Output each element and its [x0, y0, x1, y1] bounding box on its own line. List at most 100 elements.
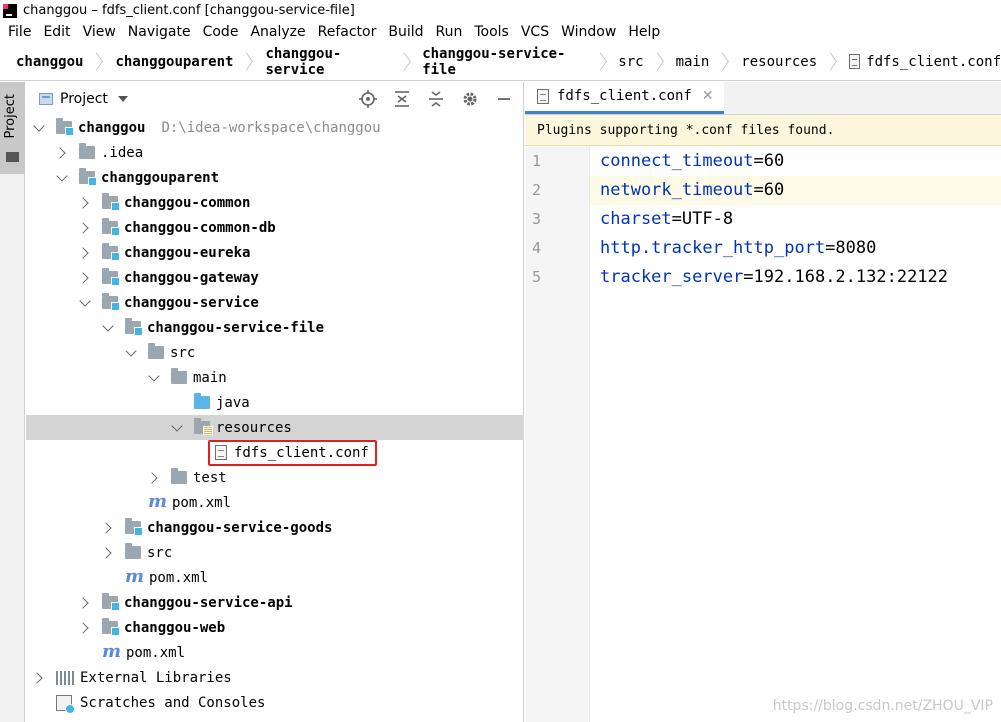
- chevron-right-icon[interactable]: [34, 673, 44, 683]
- project-panel-title[interactable]: Project: [60, 91, 108, 107]
- menu-bar: File Edit View Navigate Code Analyze Ref…: [0, 21, 1001, 43]
- menu-vcs[interactable]: VCS: [515, 21, 555, 43]
- locate-icon[interactable]: [357, 90, 379, 108]
- menu-navigate[interactable]: Navigate: [122, 21, 197, 43]
- collapse-all-icon[interactable]: [425, 90, 447, 108]
- chevron-down-icon[interactable]: [57, 173, 67, 183]
- code-line[interactable]: charset=UTF-8: [590, 205, 1001, 234]
- chevron-down-icon[interactable]: [117, 95, 128, 102]
- tree-node[interactable]: changgou-service: [26, 290, 524, 315]
- chevron-right-icon[interactable]: [149, 473, 159, 483]
- tree-node-label: External Libraries: [80, 669, 232, 686]
- code-line-current[interactable]: network_timeout=60: [590, 176, 1001, 205]
- chevron-right-icon[interactable]: [80, 273, 90, 283]
- editor: fdfs_client.conf ✕ Plugins supporting *.…: [525, 81, 1001, 722]
- tree-node[interactable]: changgou-web: [26, 615, 524, 640]
- chevron-down-icon[interactable]: [172, 423, 182, 433]
- menu-tools[interactable]: Tools: [468, 21, 515, 43]
- menu-file[interactable]: File: [0, 21, 37, 43]
- tree-node[interactable]: main: [26, 365, 524, 390]
- breadcrumb-separator-icon: [241, 52, 249, 72]
- chevron-down-icon[interactable]: [126, 348, 136, 358]
- breadcrumb-item[interactable]: main: [660, 43, 726, 81]
- breadcrumb-item[interactable]: src: [602, 43, 659, 81]
- tree-node[interactable]: src: [26, 540, 524, 565]
- chevron-right-icon[interactable]: [103, 548, 113, 558]
- maven-icon: m: [102, 640, 122, 662]
- tree-node-label: changgou-service-goods: [147, 519, 333, 536]
- tree-node[interactable]: External Libraries: [26, 665, 524, 690]
- code-line[interactable]: tracker_server=192.168.2.132:22122: [590, 263, 1001, 292]
- tree-node[interactable]: java: [26, 390, 524, 415]
- menu-help[interactable]: Help: [622, 21, 666, 43]
- tree-node-label: .idea: [101, 144, 144, 161]
- menu-analyze[interactable]: Analyze: [244, 21, 311, 43]
- code-line[interactable]: connect_timeout=60: [590, 147, 1001, 176]
- expand-all-icon[interactable]: [391, 90, 413, 108]
- breadcrumb-item[interactable]: changgou-service: [249, 43, 406, 81]
- tree-node[interactable]: changgou-service-file: [26, 315, 524, 340]
- menu-view[interactable]: View: [77, 21, 122, 43]
- chevron-down-icon[interactable]: [34, 123, 44, 133]
- chevron-down-icon[interactable]: [149, 373, 159, 383]
- tree-node[interactable]: fdfs_client.conf: [26, 439, 524, 466]
- tree-node-label: changgou-service-api: [124, 594, 293, 611]
- menu-edit[interactable]: Edit: [37, 21, 76, 43]
- hide-icon[interactable]: [493, 90, 515, 108]
- menu-run[interactable]: Run: [430, 21, 469, 43]
- chevron-right-icon[interactable]: [80, 598, 90, 608]
- property-key: connect_timeout: [600, 151, 754, 171]
- chevron-right-icon[interactable]: [80, 223, 90, 233]
- breadcrumb-item[interactable]: changgou-service-file: [406, 43, 602, 81]
- code-line[interactable]: http.tracker_http_port=8080: [590, 234, 1001, 263]
- tree-node[interactable]: changgou-common: [26, 190, 524, 215]
- project-tree: changgou D:\idea-workspace\changgou .ide…: [26, 115, 524, 715]
- tree-node-label: changgou: [78, 119, 146, 136]
- chevron-right-icon[interactable]: [80, 248, 90, 258]
- breadcrumb-item[interactable]: fdfs_client.conf: [833, 43, 1001, 81]
- chevron-down-icon[interactable]: [103, 323, 113, 333]
- tree-node-label: changgou-service-file: [147, 319, 325, 336]
- breadcrumb-label: changgou: [16, 53, 84, 70]
- menu-build[interactable]: Build: [382, 21, 429, 43]
- close-icon[interactable]: ✕: [702, 88, 714, 104]
- chevron-right-icon[interactable]: [80, 198, 90, 208]
- gear-icon[interactable]: [459, 90, 481, 108]
- project-tool-tab[interactable]: Project: [0, 82, 25, 174]
- tree-node[interactable]: m pom.xml: [26, 490, 524, 515]
- watermark: https://blog.csdn.net/ZHOU_VIP: [772, 698, 993, 714]
- editor-tab-active[interactable]: fdfs_client.conf ✕: [525, 81, 724, 114]
- tree-node[interactable]: changgou-service-api: [26, 590, 524, 615]
- tree-node-label: changgou-eureka: [124, 244, 251, 261]
- chevron-right-icon[interactable]: [57, 148, 67, 158]
- tree-node[interactable]: .idea: [26, 140, 524, 165]
- tree-node[interactable]: changgou D:\idea-workspace\changgou: [26, 115, 524, 140]
- tree-node-selected[interactable]: resources: [26, 415, 524, 440]
- breadcrumb-label: fdfs_client.conf: [866, 53, 1001, 70]
- breadcrumb-item[interactable]: changgou: [0, 43, 99, 81]
- breadcrumb-separator-icon: [399, 52, 406, 72]
- property-key: charset: [600, 209, 672, 229]
- breadcrumb-item[interactable]: changgouparent: [99, 43, 249, 81]
- tree-node[interactable]: test: [26, 465, 524, 490]
- tree-node[interactable]: src: [26, 340, 524, 365]
- chevron-down-icon[interactable]: [80, 298, 90, 308]
- menu-refactor[interactable]: Refactor: [312, 21, 383, 43]
- tree-node[interactable]: m pom.xml: [26, 640, 524, 665]
- breadcrumb-item[interactable]: resources: [725, 43, 833, 81]
- chevron-right-icon[interactable]: [80, 623, 90, 633]
- tree-node[interactable]: changgou-eureka: [26, 240, 524, 265]
- menu-code[interactable]: Code: [197, 21, 245, 43]
- tree-node[interactable]: changgou-gateway: [26, 265, 524, 290]
- tree-node[interactable]: Scratches and Consoles: [26, 690, 524, 715]
- tree-node[interactable]: m pom.xml: [26, 565, 524, 590]
- module-folder-icon: [102, 268, 120, 286]
- chevron-right-icon[interactable]: [103, 523, 113, 533]
- editor-tab-label: fdfs_client.conf: [557, 88, 692, 104]
- tree-node[interactable]: changgou-service-goods: [26, 515, 524, 540]
- maven-icon: m: [125, 565, 145, 587]
- code-area[interactable]: 1 2 3 4 5 connect_timeout=60 network_tim…: [525, 147, 1001, 722]
- tree-node[interactable]: changgouparent: [26, 165, 524, 190]
- menu-window[interactable]: Window: [555, 21, 622, 43]
- tree-node[interactable]: changgou-common-db: [26, 215, 524, 240]
